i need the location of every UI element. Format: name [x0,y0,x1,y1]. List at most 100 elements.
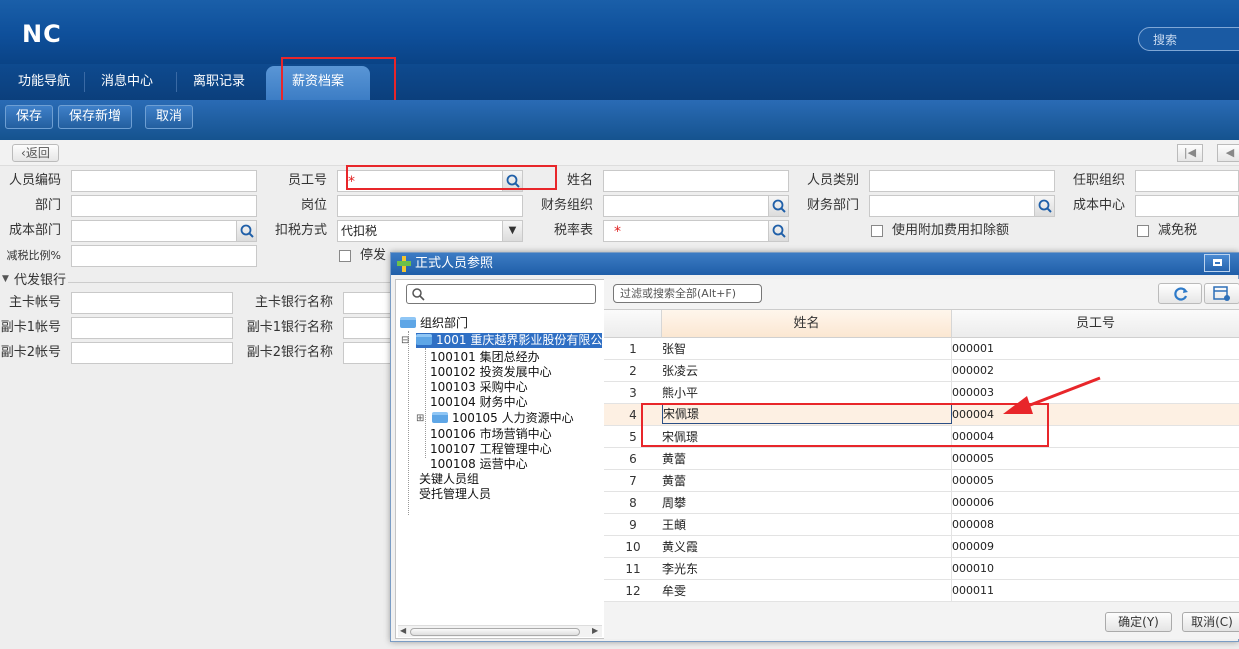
search-icon[interactable] [768,196,788,216]
scroll-left-icon[interactable]: ◀ [400,626,406,635]
tree-node-dept[interactable]: 100108 运营中心 [430,457,528,472]
collapse-toggle-icon[interactable]: ⊟ [401,333,409,348]
job-org-field[interactable] [1135,170,1239,192]
column-header-name[interactable]: 姓名 [662,310,952,338]
save-new-button[interactable]: 保存新增 [58,105,133,129]
table-row[interactable]: 10 黄义霞 000009 [604,536,1239,558]
save-button[interactable]: 保存 [5,105,54,129]
first-page-icon[interactable]: |◀ [1177,144,1203,162]
row-index: 8 [629,496,637,510]
annotation-arrow-icon [1003,376,1101,414]
grid-corner [604,310,662,338]
tree-guide-line [408,331,409,515]
search-icon[interactable] [768,221,788,241]
table-row[interactable]: 12 牟雯 000011 [604,580,1239,602]
sub1-card-field[interactable] [71,317,233,339]
dept-field[interactable] [71,195,257,217]
nc-logo: NC [22,20,62,48]
tree-guide-line [425,348,426,458]
tree-node-dept[interactable]: 100104 财务中心 [430,395,528,410]
scroll-thumb[interactable] [410,628,580,636]
tree-root[interactable]: 组织部门 [400,316,468,331]
row-index: 12 [625,584,641,598]
main-bank-field[interactable] [343,292,393,314]
row-index: 2 [629,364,637,378]
app-leaf-icon [397,256,411,280]
sub1-bank-field[interactable] [343,317,393,339]
table-row[interactable]: 3 熊小平 000003 [604,382,1239,404]
label-tax-reduce: 减税比例% [6,249,61,262]
extra-fee-checkbox[interactable] [871,225,883,237]
maximize-icon[interactable] [1204,254,1230,272]
cancel-dialog-button[interactable]: 取消(C) [1182,612,1239,632]
label-sub2-card: 副卡2帐号 [0,345,61,360]
sub2-card-field[interactable] [71,342,233,364]
label-person-code: 人员编码 [8,173,61,188]
label-stop-pay: 停发 [360,248,387,263]
stop-pay-checkbox[interactable] [339,250,351,262]
tree-node-key-staff[interactable]: 关键人员组 [419,472,479,487]
chevron-down-icon[interactable]: ▼ [502,221,522,241]
tree-h-scrollbar[interactable]: ◀ ▶ [398,625,602,637]
folder-icon [432,412,448,423]
tax-method-select[interactable]: 代扣税 ▼ [337,220,523,242]
finance-org-field[interactable] [603,195,789,217]
ok-button[interactable]: 确定(Y) [1105,612,1172,632]
name-field[interactable] [603,170,789,192]
tab-function-nav[interactable]: 功能导航 [2,64,86,100]
filter-search-input[interactable]: 过滤或搜索全部(Alt+F) [613,284,762,303]
tree-node-trustee[interactable]: 受托管理人员 [419,487,491,502]
refresh-icon[interactable] [1158,283,1202,304]
row-index: 7 [629,474,637,488]
org-tree-panel: 组织部门 ⊟ 1001 重庆越界影业股份有限公司 100101 集团总经办 10… [395,279,605,639]
position-field[interactable] [337,195,523,217]
tax-free-checkbox[interactable] [1137,225,1149,237]
cell-name: 黄蕾 [662,470,952,492]
tree-node-dept-hr[interactable]: 100105 人力资源中心 [432,411,574,426]
label-sub1-bank: 副卡1银行名称 [246,320,333,335]
back-button[interactable]: ‹返回 [12,144,59,162]
person-code-field[interactable] [71,170,257,192]
tax-table-field[interactable]: * [603,220,789,242]
table-row[interactable]: 11 李光东 000010 [604,558,1239,580]
tab-message-center[interactable]: 消息中心 [85,64,169,100]
scroll-right-icon[interactable]: ▶ [592,626,598,635]
tree-search-input[interactable] [406,284,596,304]
label-job-org: 任职组织 [1072,173,1125,188]
expand-toggle-icon[interactable]: ⊞ [416,411,424,426]
person-type-field[interactable] [869,170,1055,192]
label-dept: 部门 [34,198,61,213]
tree-node-company[interactable]: 1001 重庆越界影业股份有限公司 [416,333,602,348]
table-row[interactable]: 9 王頔 000008 [604,514,1239,536]
collapse-triangle-icon[interactable]: ▼ [2,274,9,284]
sub2-bank-field[interactable] [343,342,393,364]
search-icon[interactable] [236,221,256,241]
tree-node-dept[interactable]: 100103 采购中心 [430,380,528,395]
tree-node-dept[interactable]: 100106 市场营销中心 [430,427,552,442]
label-person-type: 人员类别 [806,173,859,188]
column-header-code[interactable]: 员工号 [952,310,1239,338]
tab-resign-record[interactable]: 离职记录 [177,64,261,100]
row-index: 3 [629,386,637,400]
table-row[interactable]: 6 黄蕾 000005 [604,448,1239,470]
main-card-field[interactable] [71,292,233,314]
dialog-title-bar[interactable]: 正式人员参照 [391,253,1239,275]
dialog-title: 正式人员参照 [415,256,494,271]
table-row[interactable]: 7 黄蕾 000005 [604,470,1239,492]
table-row[interactable]: 1 张智 000001 [604,338,1239,360]
table-row[interactable]: 2 张凌云 000002 [604,360,1239,382]
finance-dept-field[interactable] [869,195,1055,217]
column-settings-icon[interactable] [1204,283,1239,304]
tree-node-dept[interactable]: 100102 投资发展中心 [430,365,552,380]
table-row[interactable]: 8 周攀 000006 [604,492,1239,514]
global-search-input[interactable]: 搜索 [1138,27,1239,51]
tree-node-dept[interactable]: 100101 集团总经办 [430,350,540,365]
tax-reduce-field[interactable] [71,245,257,267]
prev-page-icon[interactable]: ◀ [1217,144,1239,162]
search-icon[interactable] [1034,196,1054,216]
cost-dept-field[interactable] [71,220,257,242]
required-mark: * [614,224,621,240]
cost-center-field[interactable] [1135,195,1239,217]
tree-node-dept[interactable]: 100107 工程管理中心 [430,442,552,457]
cancel-button[interactable]: 取消 [145,105,194,129]
